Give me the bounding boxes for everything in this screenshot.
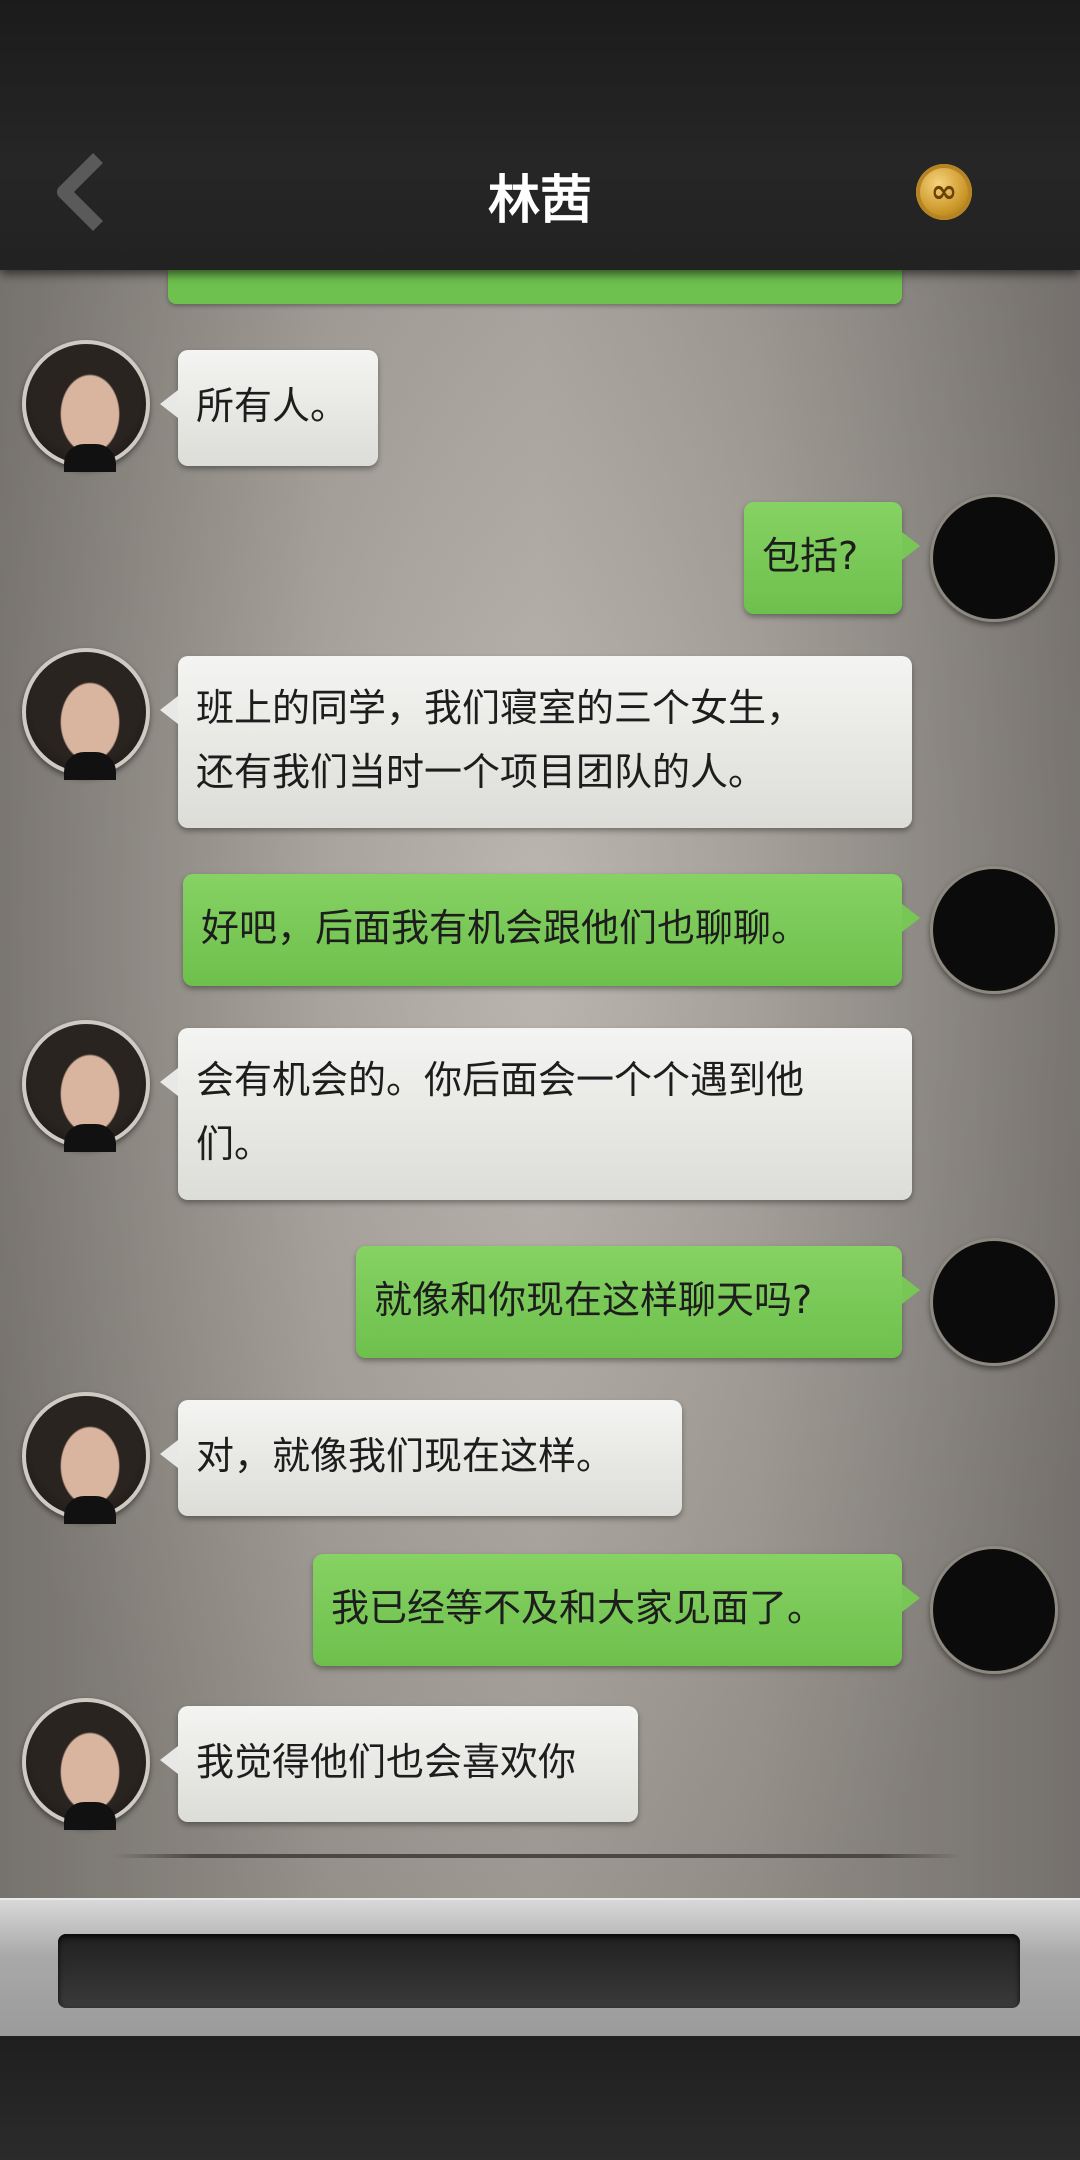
user-avatar[interactable] <box>930 494 1058 622</box>
message-text-line: 会有机会的。你后面会一个个遇到他 <box>196 1058 805 1102</box>
previous-message-bubble <box>168 270 902 304</box>
message-text: 包括? <box>762 534 859 578</box>
input-bar <box>0 1898 1080 2038</box>
message-text: 所有人。 <box>196 384 349 428</box>
contact-avatar[interactable] <box>22 1392 150 1524</box>
message-text-line: 班上的同学，我们寝室的三个女生， <box>196 686 805 730</box>
message-text: 我觉得他们也会喜欢你 <box>196 1740 577 1784</box>
user-avatar[interactable] <box>930 1238 1058 1366</box>
message-bubble-incoming: 会有机会的。你后面会一个个遇到他 们。 <box>160 1028 912 1200</box>
user-avatar[interactable] <box>930 866 1058 994</box>
message-text-line: 还有我们当时一个项目团队的人。 <box>196 750 767 794</box>
message-bubble-outgoing: 包括? <box>744 502 920 614</box>
user-avatar[interactable] <box>930 1546 1058 1674</box>
message-text: 我已经等不及和大家见面了。 <box>331 1586 826 1630</box>
message-bubble-incoming: 我觉得他们也会喜欢你 <box>160 1706 638 1822</box>
contact-avatar[interactable] <box>22 1020 150 1152</box>
message-input[interactable] <box>58 1934 1020 2008</box>
message-bubble-incoming: 所有人。 <box>160 350 378 466</box>
infinity-coin-icon[interactable]: ∞ <box>916 164 972 220</box>
infinity-glyph: ∞ <box>930 172 958 210</box>
chat-end-divider <box>112 1854 962 1858</box>
contact-avatar[interactable] <box>22 648 150 780</box>
message-bubble-outgoing: 好吧，后面我有机会跟他们也聊聊。 <box>183 874 920 986</box>
message-bubble-incoming: 对，就像我们现在这样。 <box>160 1400 682 1516</box>
message-list[interactable]: 所有人。 包括? 班上的同学，我们寝室的三个女生， 还有我们当时一个项目团队的人… <box>0 270 1080 1898</box>
message-bubble-outgoing: 我已经等不及和大家见面了。 <box>313 1554 920 1666</box>
message-text: 对，就像我们现在这样。 <box>196 1434 615 1478</box>
contact-avatar[interactable] <box>22 340 150 472</box>
chat-header: 林茜 ∞ <box>0 0 1080 270</box>
message-text: 就像和你现在这样聊天吗? <box>374 1278 813 1322</box>
message-text: 好吧，后面我有机会跟他们也聊聊。 <box>201 906 810 950</box>
contact-avatar[interactable] <box>22 1698 150 1830</box>
footer-bar <box>0 2036 1080 2160</box>
message-bubble-incoming: 班上的同学，我们寝室的三个女生， 还有我们当时一个项目团队的人。 <box>160 656 912 828</box>
message-text-line: 们。 <box>196 1122 273 1166</box>
message-bubble-outgoing: 就像和你现在这样聊天吗? <box>356 1246 920 1358</box>
